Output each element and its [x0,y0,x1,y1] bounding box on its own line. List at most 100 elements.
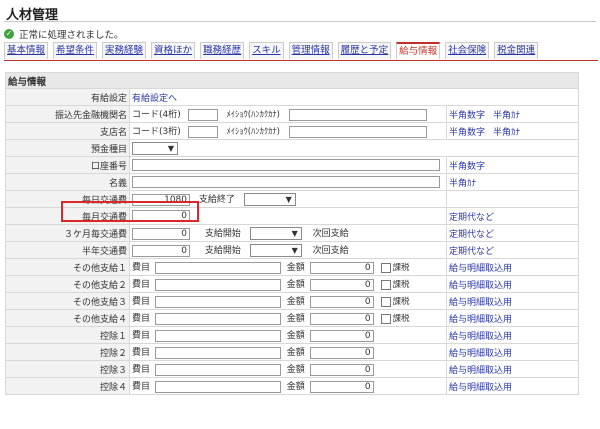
deduct-3-amount-label: 金額 [286,365,305,376]
branch-name-input[interactable] [288,125,427,138]
tab-underline [4,60,598,61]
account-number-input[interactable] [132,159,440,171]
row-account-no: 口座番号 半角数字 [5,156,580,174]
deduct-2-item-input[interactable] [154,346,281,359]
other-1-item-label: 費目 [132,263,151,274]
branch-note-kana: 半角ｶﾅ [493,127,521,138]
chevron-down-icon: ▼ [167,143,174,153]
other-2-item-input[interactable] [154,278,281,291]
quarterly-start-label: 支給開始 [204,229,241,239]
other-1-taxable-checkbox[interactable] [380,262,391,273]
label-other-1: その他支給１ [5,258,130,276]
row-account-type: 預金種目 ▼ [5,139,580,157]
tab-preferences[interactable]: 希望条件 [53,42,98,59]
other-3-item-input[interactable] [154,295,281,308]
label-deduct-1: 控除１ [5,326,130,344]
tab-management[interactable]: 管理情報 [288,42,333,59]
row-deduct-4: 控除４ 費目 金額 0 給与明細取込用 [5,377,580,395]
label-deduct-3: 控除３ [5,360,130,378]
other-1-taxable-label: 課税 [392,263,410,274]
account-no-note: 半角数字 [445,156,580,174]
other-4-amount-input[interactable]: 0 [309,312,374,325]
bank-kana-label: ﾒｲｼｮｳ(ﾊﾝｶｸｶﾅ) [226,110,280,121]
row-holder: 名義 半角ｶﾅ [5,173,580,191]
bank-note-digits: 半角数字 [449,110,486,121]
status-message: ✓ 正常に処理されました。 [4,27,124,41]
deduct-1-note: 給与明細取込用 [445,326,580,344]
other-3-taxable-checkbox[interactable] [380,296,391,307]
row-other-3: その他支給３ 費目 金額 0 課税 給与明細取込用 [5,292,580,310]
deduct-1-item-input[interactable] [154,329,281,342]
other-1-amount-label: 金額 [286,263,305,274]
deduct-4-item-label: 費目 [132,382,151,393]
other-4-item-input[interactable] [154,312,281,325]
deduct-3-item-input[interactable] [154,363,281,376]
other-1-amount-input[interactable]: 0 [309,261,374,274]
row-deduct-2: 控除２ 費目 金額 0 給与明細取込用 [5,343,580,361]
monthly-note: 定期代など [445,207,580,225]
half-next-label: 次回支給 [312,246,349,256]
quarterly-transport-input[interactable]: 0 [132,227,190,240]
branch-code-input[interactable] [187,125,218,138]
other-4-taxable-label: 課税 [392,314,410,325]
status-text: 正常に処理されました。 [19,30,124,41]
other-4-item-label: 費目 [132,314,151,325]
daily-end-select[interactable]: ▼ [243,193,296,206]
tab-skills[interactable]: スキル [249,42,284,59]
chevron-down-icon: ▼ [291,229,298,238]
tab-basic[interactable]: 基本情報 [4,42,49,59]
row-other-2: その他支給２ 費目 金額 0 課税 給与明細取込用 [5,275,580,293]
yukyu-link[interactable]: 有給設定へ [132,94,177,104]
section-title: 給与情報 [4,72,580,89]
deduct-2-amount-input[interactable]: 0 [309,346,374,359]
label-other-3: その他支給３ [5,292,130,310]
tab-experience[interactable]: 実務経験 [102,42,147,59]
label-yukyu: 有給設定 [5,88,130,106]
deduct-3-amount-input[interactable]: 0 [309,363,374,376]
deduct-1-item-label: 費目 [132,331,151,342]
other-3-amount-input[interactable]: 0 [309,295,374,308]
deduct-4-item-input[interactable] [154,380,281,393]
quarterly-next-label: 次回支給 [312,229,349,239]
account-type-select[interactable]: ▼ [132,141,178,155]
deduct-2-note: 給与明細取込用 [445,343,580,361]
other-2-amount-label: 金額 [286,280,305,291]
holder-note: 半角ｶﾅ [445,173,580,191]
tab-career[interactable]: 職務経歴 [200,42,245,59]
bank-code-input[interactable] [187,108,218,121]
label-quarterly-transport: ３ケ月毎交通費 [5,224,130,242]
tab-social-insurance[interactable]: 社会保険 [445,42,490,59]
row-deduct-3: 控除３ 費目 金額 0 給与明細取込用 [5,360,580,378]
label-other-4: その他支給４ [5,309,130,327]
deduct-1-amount-label: 金額 [286,331,305,342]
label-holder: 名義 [5,173,130,191]
bank-code-label: コード(4桁) [132,110,181,121]
other-2-item-label: 費目 [132,280,151,291]
deduct-4-amount-input[interactable]: 0 [309,380,374,393]
label-account-no: 口座番号 [5,156,130,174]
other-2-taxable-checkbox[interactable] [380,279,391,290]
label-other-2: その他支給２ [5,275,130,293]
other-4-taxable-checkbox[interactable] [380,313,391,324]
quarterly-start-select[interactable]: ▼ [249,227,302,240]
row-bank: 振込先金融機関名 コード(4桁) ﾒｲｼｮｳ(ﾊﾝｶｸｶﾅ) 半角数字 半角ｶﾅ [5,105,580,123]
other-3-amount-label: 金額 [286,297,305,308]
deduct-2-amount-label: 金額 [286,348,305,359]
label-half-transport: 半年交通費 [5,241,130,259]
row-other-1: その他支給１ 費目 金額 0 課税 給与明細取込用 [5,258,580,276]
tab-history[interactable]: 履歴と予定 [337,42,392,59]
deduct-1-amount-input[interactable]: 0 [309,329,374,342]
chevron-down-icon: ▼ [291,246,298,255]
bank-name-input[interactable] [288,108,427,121]
other-2-amount-input[interactable]: 0 [309,278,374,291]
daily-end-label: 支給終了 [198,195,235,205]
deduct-3-note: 給与明細取込用 [445,360,580,378]
account-holder-input[interactable] [132,176,440,188]
half-start-select[interactable]: ▼ [249,244,302,257]
tab-salary[interactable]: 給与情報 [396,42,441,59]
tab-qualifications[interactable]: 資格ほか [151,42,196,59]
tab-tax[interactable]: 税金関連 [494,42,539,59]
other-1-item-input[interactable] [154,261,281,274]
half-transport-input[interactable]: 0 [132,244,190,257]
label-bank: 振込先金融機関名 [5,105,130,123]
